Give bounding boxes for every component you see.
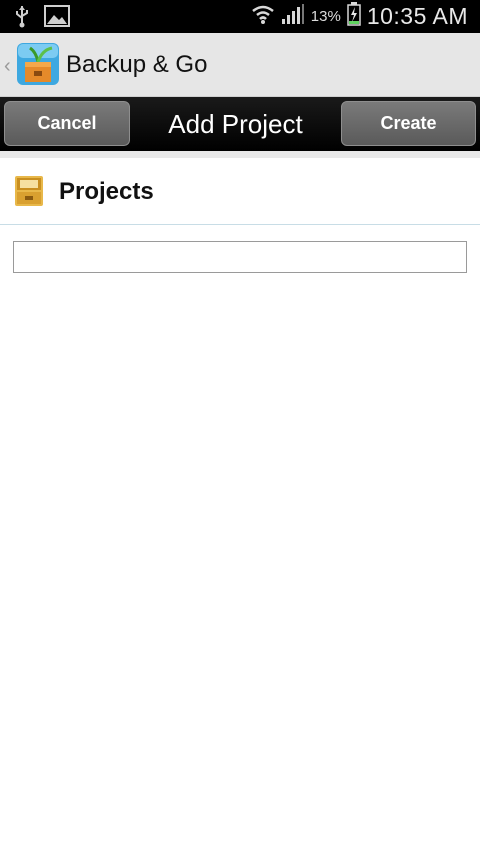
dialog-toolbar: Cancel Add Project Create (0, 97, 480, 151)
gallery-icon (44, 5, 70, 32)
battery-charging-icon (347, 2, 361, 31)
cancel-button[interactable]: Cancel (4, 101, 130, 146)
create-button[interactable]: Create (341, 101, 476, 146)
section-divider (0, 224, 480, 225)
up-navigation-icon[interactable]: ‹ (4, 55, 11, 78)
action-bar: ‹ Backup & Go (0, 33, 480, 97)
project-box-icon (12, 174, 46, 208)
project-name-input[interactable] (13, 241, 467, 273)
wifi-icon (251, 3, 275, 30)
signal-icon (281, 3, 305, 30)
usb-icon (14, 4, 30, 33)
screen-title: Add Project (168, 108, 303, 139)
section-title: Projects (59, 178, 154, 205)
app-title: Backup & Go (66, 51, 208, 78)
app-logo-icon[interactable] (16, 42, 60, 86)
battery-percent: 13% (310, 8, 341, 25)
clock: 10:35 AM (366, 3, 468, 29)
separator-strip (0, 151, 480, 158)
section-header: Projects (0, 158, 480, 224)
status-bar: 13% 10:35 AM (0, 0, 480, 33)
